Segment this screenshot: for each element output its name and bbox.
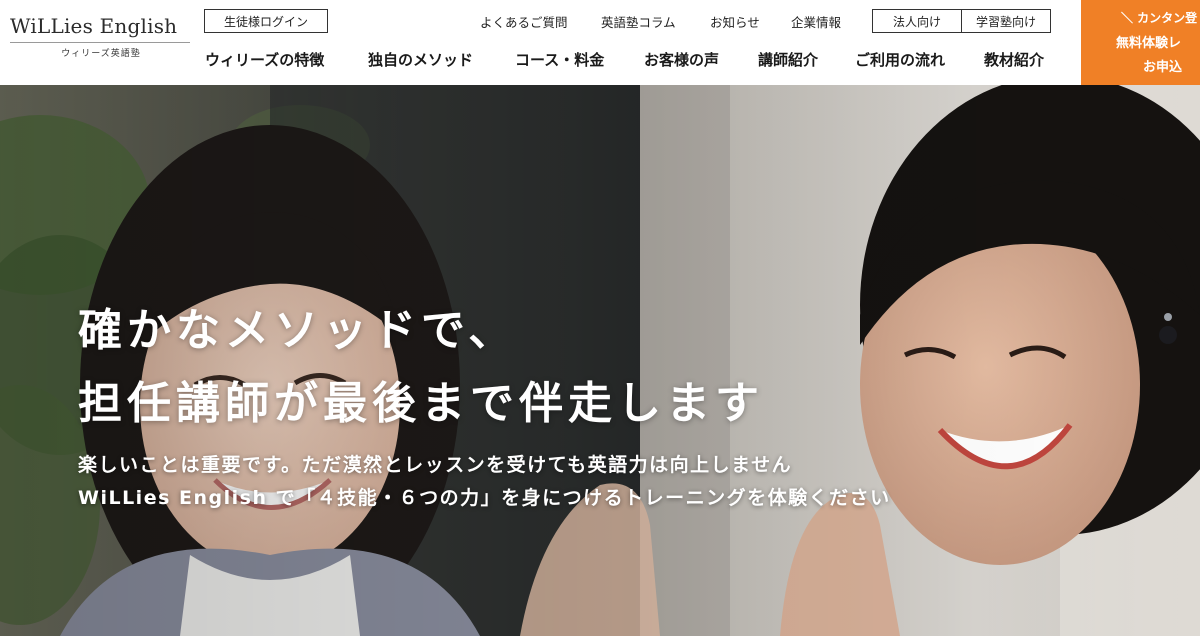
nav-course-price[interactable]: コース・料金 [515,49,604,70]
logo-subtitle: ウィリーズ英語塾 [61,49,141,59]
util-link-company[interactable]: 企業情報 [791,12,841,31]
hero-subtitle-line-1: 楽しいことは重要です。ただ漠然とレッスンを受けても英語力は向上しません [78,454,793,476]
hero-title-line-2: 担任講師が最後まで伴走します [78,378,764,429]
nav-features[interactable]: ウィリーズの特徴 [205,49,324,70]
util-link-faq[interactable]: よくあるご質問 [480,12,568,31]
hero-overlay [0,85,1200,636]
nav-materials[interactable]: 教材紹介 [984,49,1044,70]
hero-title-line-1: 確かなメソッドで、 [78,305,518,356]
nav-instructors[interactable]: 講師紹介 [758,49,818,70]
student-login-button[interactable]: 生徒様ログイン [204,9,328,33]
logo-wordmark: WiLLies English [10,14,178,38]
util-link-news[interactable]: お知らせ [710,12,760,31]
logo-divider [10,42,190,43]
nav-method[interactable]: 独自のメソッド [368,49,473,70]
hero-section: 確かなメソッドで、 担任講師が最後まで伴走します 楽しいことは重要です。ただ漠然… [0,85,1200,636]
nav-how-to-use[interactable]: ご利用の流れ [855,49,945,70]
corporate-button[interactable]: 法人向け [873,10,961,32]
cta-line-2: 無料体験レ [1116,36,1182,51]
business-button-group: 法人向け 学習塾向け [872,9,1051,33]
site-header: WiLLies English ウィリーズ英語塾 生徒様ログイン よくあるご質問… [0,0,1200,85]
cram-school-button[interactable]: 学習塾向け [961,10,1050,32]
hero-subtitle-line-2: WiLLies English で「４技能・６つの力」を身につけるトレーニングを… [78,487,891,509]
site-logo[interactable]: WiLLies English ウィリーズ英語塾 [10,14,192,59]
cta-line-1: ＼ カンタン登 [1121,11,1198,25]
free-trial-cta-button[interactable]: ＼ カンタン登 無料体験レ お申込 [1081,0,1200,85]
util-link-column[interactable]: 英語塾コラム [601,12,676,31]
nav-testimonials[interactable]: お客様の声 [644,49,719,70]
cta-line-3: お申込 [1143,60,1183,75]
